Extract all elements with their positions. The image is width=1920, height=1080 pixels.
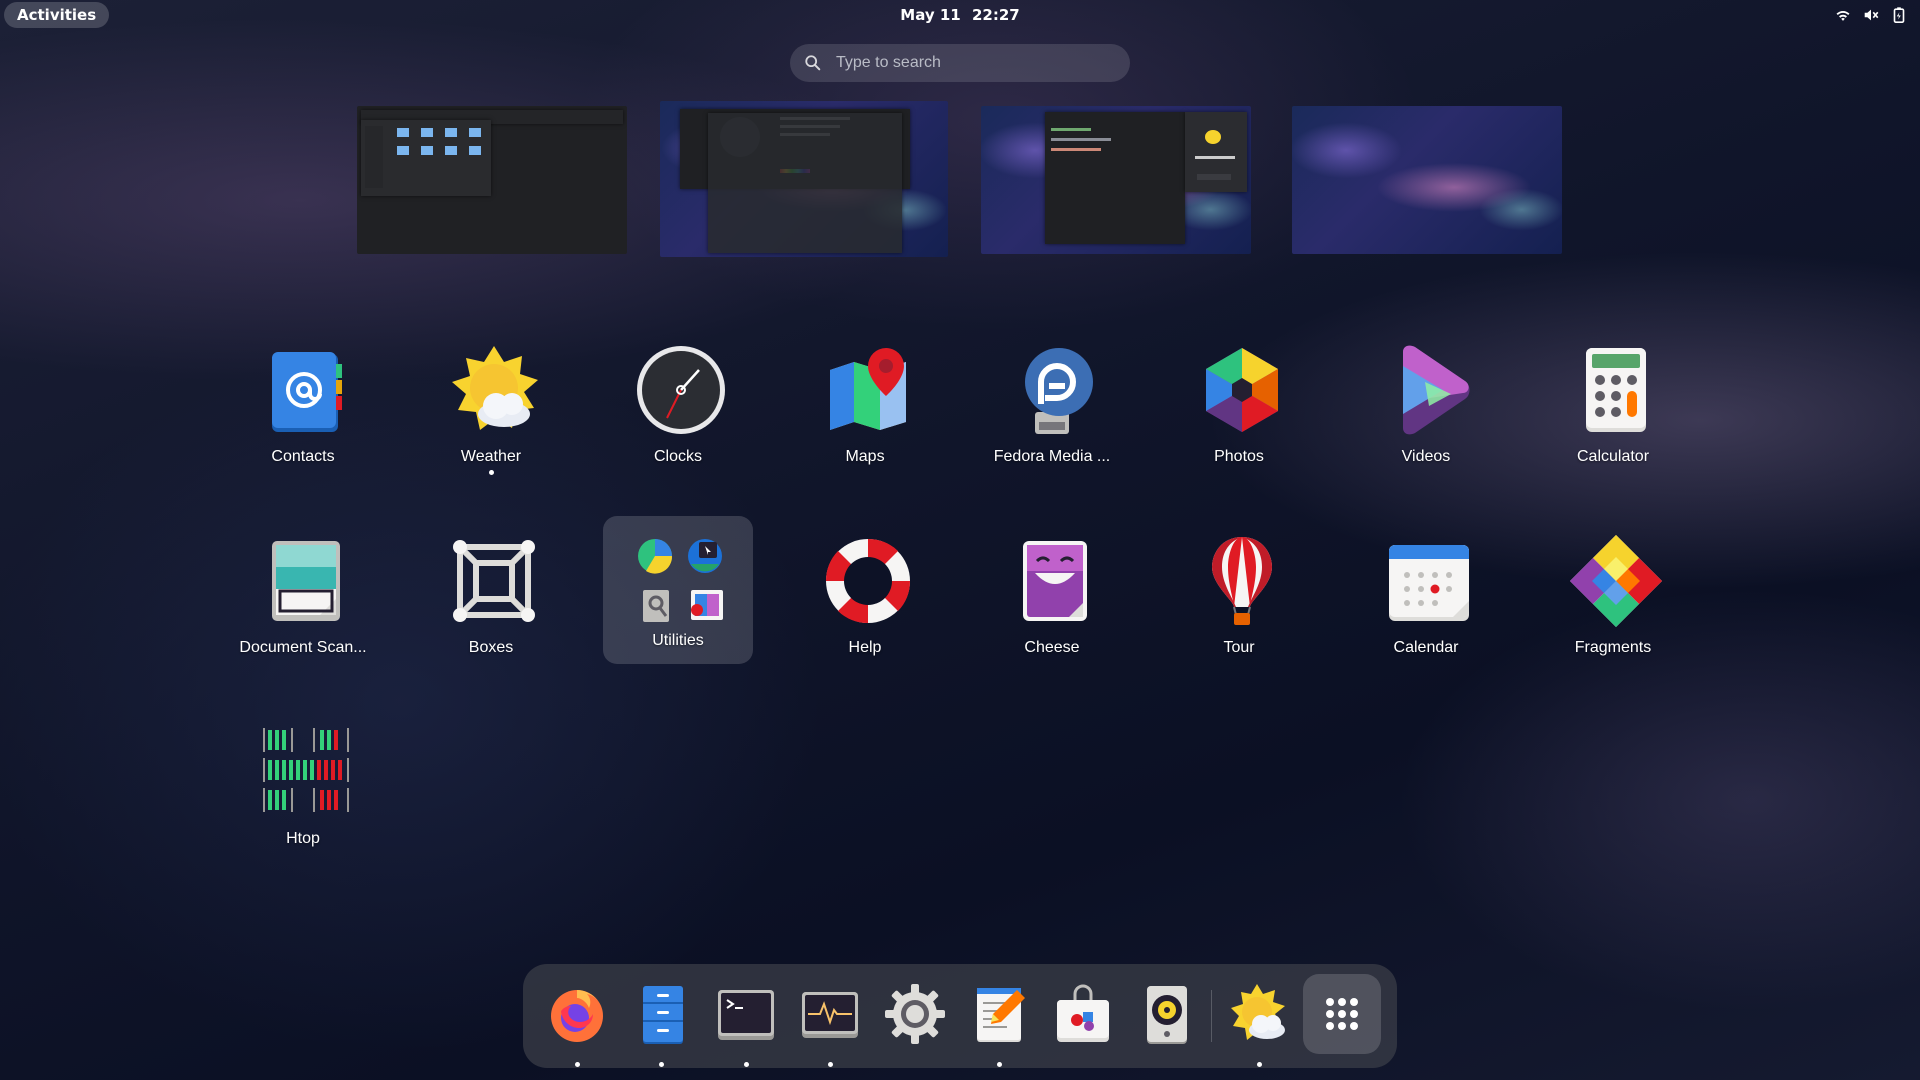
app-boxes[interactable]: Boxes xyxy=(416,525,566,675)
volume-muted-icon xyxy=(1862,6,1880,24)
search-bar[interactable] xyxy=(790,44,1130,82)
folder-utilities[interactable]: Utilities xyxy=(603,516,753,664)
app-label: Weather xyxy=(460,448,522,465)
app-help[interactable]: Help xyxy=(790,525,940,675)
wifi-icon xyxy=(1834,6,1852,24)
app-label: Htop xyxy=(286,830,320,847)
app-weather[interactable]: Weather xyxy=(416,334,566,484)
app-label: Videos xyxy=(1401,448,1451,465)
fragments-icon xyxy=(1568,533,1664,629)
app-clocks[interactable]: Clocks xyxy=(603,334,753,484)
app-calendar[interactable]: Calendar xyxy=(1351,525,1501,675)
weather-icon xyxy=(446,342,542,438)
dock-text-editor[interactable] xyxy=(961,976,1037,1067)
app-maps[interactable]: Maps xyxy=(790,334,940,484)
terminal-icon xyxy=(718,990,774,1040)
running-indicator xyxy=(997,1062,1002,1067)
cheese-icon xyxy=(1007,533,1103,629)
maps-icon xyxy=(820,342,916,438)
calculator-icon xyxy=(1568,342,1664,438)
app-photos[interactable]: Photos xyxy=(1164,334,1314,484)
search-icon xyxy=(805,55,821,71)
clock-time: 22:27 xyxy=(971,6,1020,24)
running-indicator xyxy=(575,1062,580,1067)
dock-software[interactable] xyxy=(1045,976,1121,1056)
help-icon xyxy=(820,533,916,629)
running-indicator xyxy=(1257,1062,1262,1067)
boxes-icon xyxy=(446,533,542,629)
clock[interactable]: May 11 22:27 xyxy=(0,6,1920,24)
app-label: Help xyxy=(848,639,882,656)
clock-date: May 11 xyxy=(900,6,961,24)
app-document-scanner[interactable]: Document Scan... xyxy=(228,525,378,675)
clocks-icon xyxy=(633,342,729,438)
files-window-preview xyxy=(361,120,491,196)
firefox-icon xyxy=(551,990,603,1042)
workspace-thumbnail-4[interactable] xyxy=(1292,106,1562,254)
photos-icon xyxy=(1194,342,1290,438)
search-input[interactable] xyxy=(834,53,1098,73)
tour-icon xyxy=(1194,533,1290,629)
app-label: Tour xyxy=(1223,639,1255,656)
running-indicator xyxy=(828,1062,833,1067)
show-apps-icon xyxy=(1326,998,1358,1030)
editor-window-preview xyxy=(708,113,902,253)
fedora-media-writer-icon xyxy=(1007,342,1103,438)
workspace-thumbnail-1[interactable] xyxy=(357,106,627,254)
battery-icon xyxy=(1890,6,1908,24)
running-indicator xyxy=(489,470,494,475)
editor-window-preview xyxy=(1045,112,1185,244)
app-label: Photos xyxy=(1214,448,1264,465)
files-icon xyxy=(643,986,683,1044)
dock-separator xyxy=(1211,990,1212,1042)
workspace-thumbnail-2[interactable] xyxy=(660,101,948,257)
text-editor-icon xyxy=(977,988,1025,1042)
dock-rhythmbox[interactable] xyxy=(1129,976,1205,1056)
app-tour[interactable]: Tour xyxy=(1164,525,1314,675)
running-indicator xyxy=(744,1062,749,1067)
rhythmbox-icon xyxy=(1147,986,1187,1044)
app-label: Fedora Media ... xyxy=(993,448,1111,465)
app-label: Utilities xyxy=(652,632,704,649)
app-label: Boxes xyxy=(468,639,514,656)
top-bar: Activities May 11 22:27 xyxy=(0,0,1920,30)
dock-terminal[interactable] xyxy=(708,976,784,1067)
htop-icon xyxy=(258,724,354,820)
weather-window-preview xyxy=(1185,112,1247,192)
app-label: Fragments xyxy=(1574,639,1652,656)
app-label: Maps xyxy=(845,448,885,465)
software-icon xyxy=(1057,984,1109,1042)
document-scanner-icon xyxy=(258,533,354,629)
app-htop[interactable]: Htop xyxy=(228,716,378,866)
app-label: Contacts xyxy=(271,448,335,465)
settings-icon xyxy=(885,984,945,1044)
app-cheese[interactable]: Cheese xyxy=(977,525,1127,675)
app-fragments[interactable]: Fragments xyxy=(1538,525,1688,675)
dock-files[interactable] xyxy=(623,976,699,1067)
app-label: Cheese xyxy=(1024,639,1080,656)
app-label: Calendar xyxy=(1393,639,1459,656)
app-label: Document Scan... xyxy=(239,639,367,656)
utilities-folder-icon xyxy=(633,534,729,630)
show-apps-button[interactable] xyxy=(1303,974,1381,1054)
app-videos[interactable]: Videos xyxy=(1351,334,1501,484)
system-tray[interactable] xyxy=(1834,6,1908,24)
app-label: Clocks xyxy=(653,448,702,465)
dock-settings[interactable] xyxy=(877,976,953,1056)
dock xyxy=(523,964,1397,1068)
contacts-icon xyxy=(258,342,354,438)
system-monitor-icon xyxy=(802,992,858,1038)
app-contacts[interactable]: Contacts xyxy=(228,334,378,484)
app-fedora-media-writer[interactable]: Fedora Media ... xyxy=(977,334,1127,484)
calendar-icon xyxy=(1381,533,1477,629)
app-calculator[interactable]: Calculator xyxy=(1538,334,1688,484)
workspace-thumbnail-3[interactable] xyxy=(981,106,1251,254)
app-label: Calculator xyxy=(1576,448,1650,465)
dock-firefox[interactable] xyxy=(539,976,615,1067)
weather-icon xyxy=(1231,984,1285,1040)
dock-weather[interactable] xyxy=(1221,976,1297,1067)
videos-icon xyxy=(1381,342,1477,438)
dock-system-monitor[interactable] xyxy=(792,976,868,1067)
running-indicator xyxy=(659,1062,664,1067)
